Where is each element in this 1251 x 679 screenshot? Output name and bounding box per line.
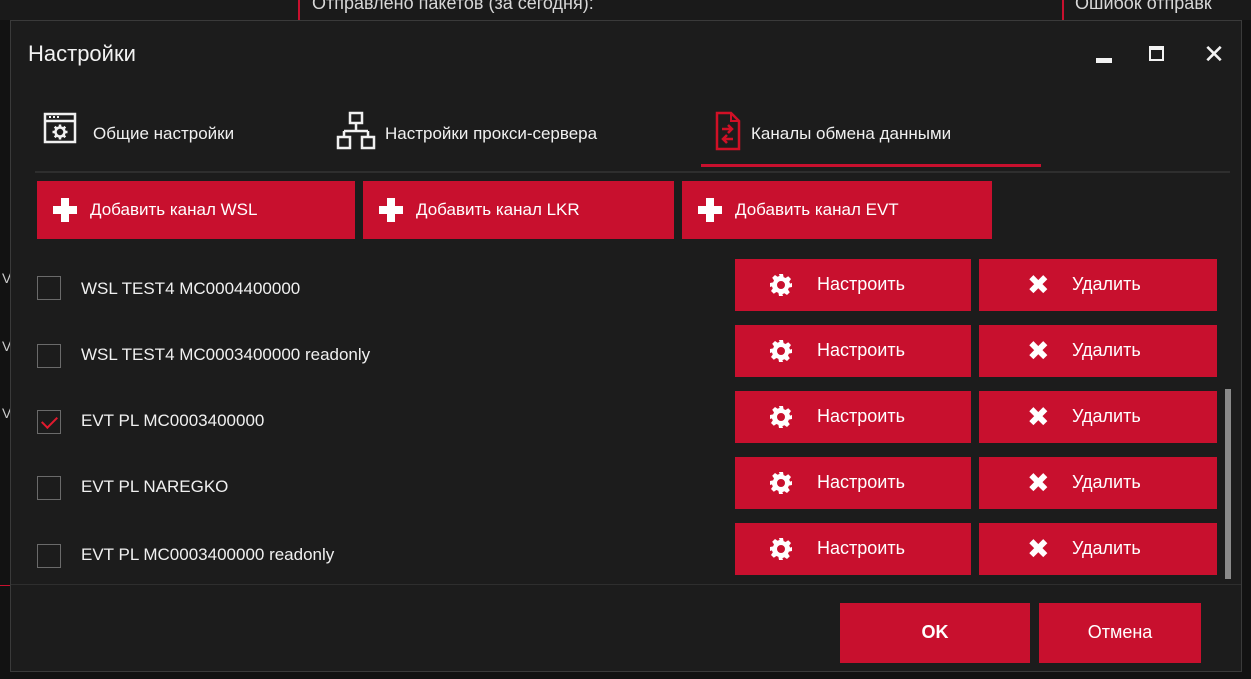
add-lkr-channel-button[interactable]: Добавить канал LKR [363, 181, 674, 239]
list-item: EVT PL MC0003400000 readonly Настроить ✖… [11, 521, 1231, 583]
delete-button[interactable]: ✖ Удалить [979, 259, 1217, 311]
delete-label: Удалить [1072, 340, 1141, 360]
delete-button[interactable]: ✖ Удалить [979, 457, 1217, 509]
delete-button[interactable]: ✖ Удалить [979, 523, 1217, 575]
list-item: WSL TEST4 MC0003400000 readonly Настроит… [11, 323, 1231, 385]
plus-icon [379, 198, 403, 222]
tab-data-exchange-channels-label: Каналы обмена данными [751, 124, 952, 143]
maximize-icon[interactable] [1139, 37, 1173, 71]
cancel-button[interactable]: Отмена [1039, 603, 1201, 663]
active-tab-indicator [701, 164, 1041, 167]
scrollbar-thumb[interactable] [1225, 389, 1231, 579]
plus-icon [698, 198, 722, 222]
channel-checkbox[interactable] [37, 476, 61, 500]
cancel-label: Отмена [1087, 622, 1153, 642]
x-icon: ✖ [1027, 402, 1050, 432]
ok-button[interactable]: OK [840, 603, 1030, 663]
background-errors-label: Ошибок отправк [1075, 0, 1212, 13]
channel-name: EVT PL MC0003400000 readonly [81, 545, 335, 564]
tab-proxy-settings[interactable]: Настройки прокси-сервера [318, 99, 690, 167]
tab-bar: Общие настройки Настройки прокси-сервера [35, 99, 1230, 173]
delete-label: Удалить [1072, 472, 1141, 492]
list-item: WSL TEST4 MC0004400000 Настроить ✖ Удали… [11, 257, 1231, 319]
channel-name: EVT PL MC0003400000 [81, 411, 265, 430]
delete-button[interactable]: ✖ Удалить [979, 391, 1217, 443]
list-item: EVT PL MC0003400000 Настроить ✖ Удалить [11, 389, 1231, 451]
delete-label: Удалить [1072, 274, 1141, 294]
tab-general-settings[interactable]: Общие настройки [35, 99, 310, 167]
add-lkr-channel-label: Добавить канал LKR [416, 200, 580, 219]
x-icon: ✖ [1027, 336, 1050, 366]
configure-label: Настроить [817, 472, 905, 492]
channel-list: WSL TEST4 MC0004400000 Настроить ✖ Удали… [11, 257, 1231, 577]
x-icon: ✖ [1027, 270, 1050, 300]
tab-proxy-settings-label: Настройки прокси-сервера [385, 124, 598, 143]
delete-button[interactable]: ✖ Удалить [979, 325, 1217, 377]
gear-icon [770, 340, 792, 362]
configure-label: Настроить [817, 538, 905, 558]
add-wsl-channel-label: Добавить канал WSL [90, 200, 258, 219]
add-evt-channel-button[interactable]: Добавить канал EVT [682, 181, 992, 239]
tab-general-settings-label: Общие настройки [93, 124, 235, 143]
channel-checkbox[interactable] [37, 344, 61, 368]
delete-label: Удалить [1072, 538, 1141, 558]
configure-label: Настроить [817, 406, 905, 426]
plus-icon [53, 198, 77, 222]
configure-button[interactable]: Настроить [735, 457, 971, 509]
background-divider [0, 585, 10, 586]
configure-label: Настроить [817, 274, 905, 294]
channel-checkbox[interactable] [37, 544, 61, 568]
network-icon [336, 111, 376, 150]
gear-icon [770, 274, 792, 296]
channel-name: WSL TEST4 MC0004400000 [81, 279, 301, 298]
channel-checkbox[interactable] [37, 276, 61, 300]
footer-divider [11, 584, 1241, 585]
close-icon[interactable]: ✕ [1197, 37, 1231, 71]
add-wsl-channel-button[interactable]: Добавить канал WSL [37, 181, 355, 239]
title-bar[interactable]: Настройки ✕ [11, 21, 1241, 85]
gear-icon [770, 472, 792, 494]
gear-icon [770, 406, 792, 428]
list-item: EVT PL NAREGKO Настроить ✖ Удалить [11, 455, 1231, 517]
delete-label: Удалить [1072, 406, 1141, 426]
settings-dialog: Настройки ✕ Общие настройки Настройки пр… [10, 20, 1242, 672]
channel-name: WSL TEST4 MC0003400000 readonly [81, 345, 371, 364]
configure-button[interactable]: Настроить [735, 325, 971, 377]
exchange-document-icon [715, 111, 741, 151]
minimize-icon[interactable] [1087, 37, 1121, 71]
background-sent-label: Отправлено пакетов (за сегодня): [312, 0, 594, 13]
background-divider [1062, 0, 1064, 20]
configure-button[interactable]: Настроить [735, 259, 971, 311]
settings-window-icon [43, 112, 77, 144]
configure-label: Настроить [817, 340, 905, 360]
configure-button[interactable]: Настроить [735, 523, 971, 575]
channel-checkbox[interactable] [37, 410, 61, 434]
add-evt-channel-label: Добавить канал EVT [735, 200, 899, 219]
gear-icon [770, 538, 792, 560]
configure-button[interactable]: Настроить [735, 391, 971, 443]
ok-label: OK [921, 622, 949, 642]
x-icon: ✖ [1027, 468, 1050, 498]
background-divider [298, 0, 300, 20]
dialog-title: Настройки [28, 41, 136, 66]
x-icon: ✖ [1027, 534, 1050, 564]
tab-data-exchange-channels[interactable]: Каналы обмена данными [701, 99, 1041, 167]
channel-name: EVT PL NAREGKO [81, 477, 229, 496]
